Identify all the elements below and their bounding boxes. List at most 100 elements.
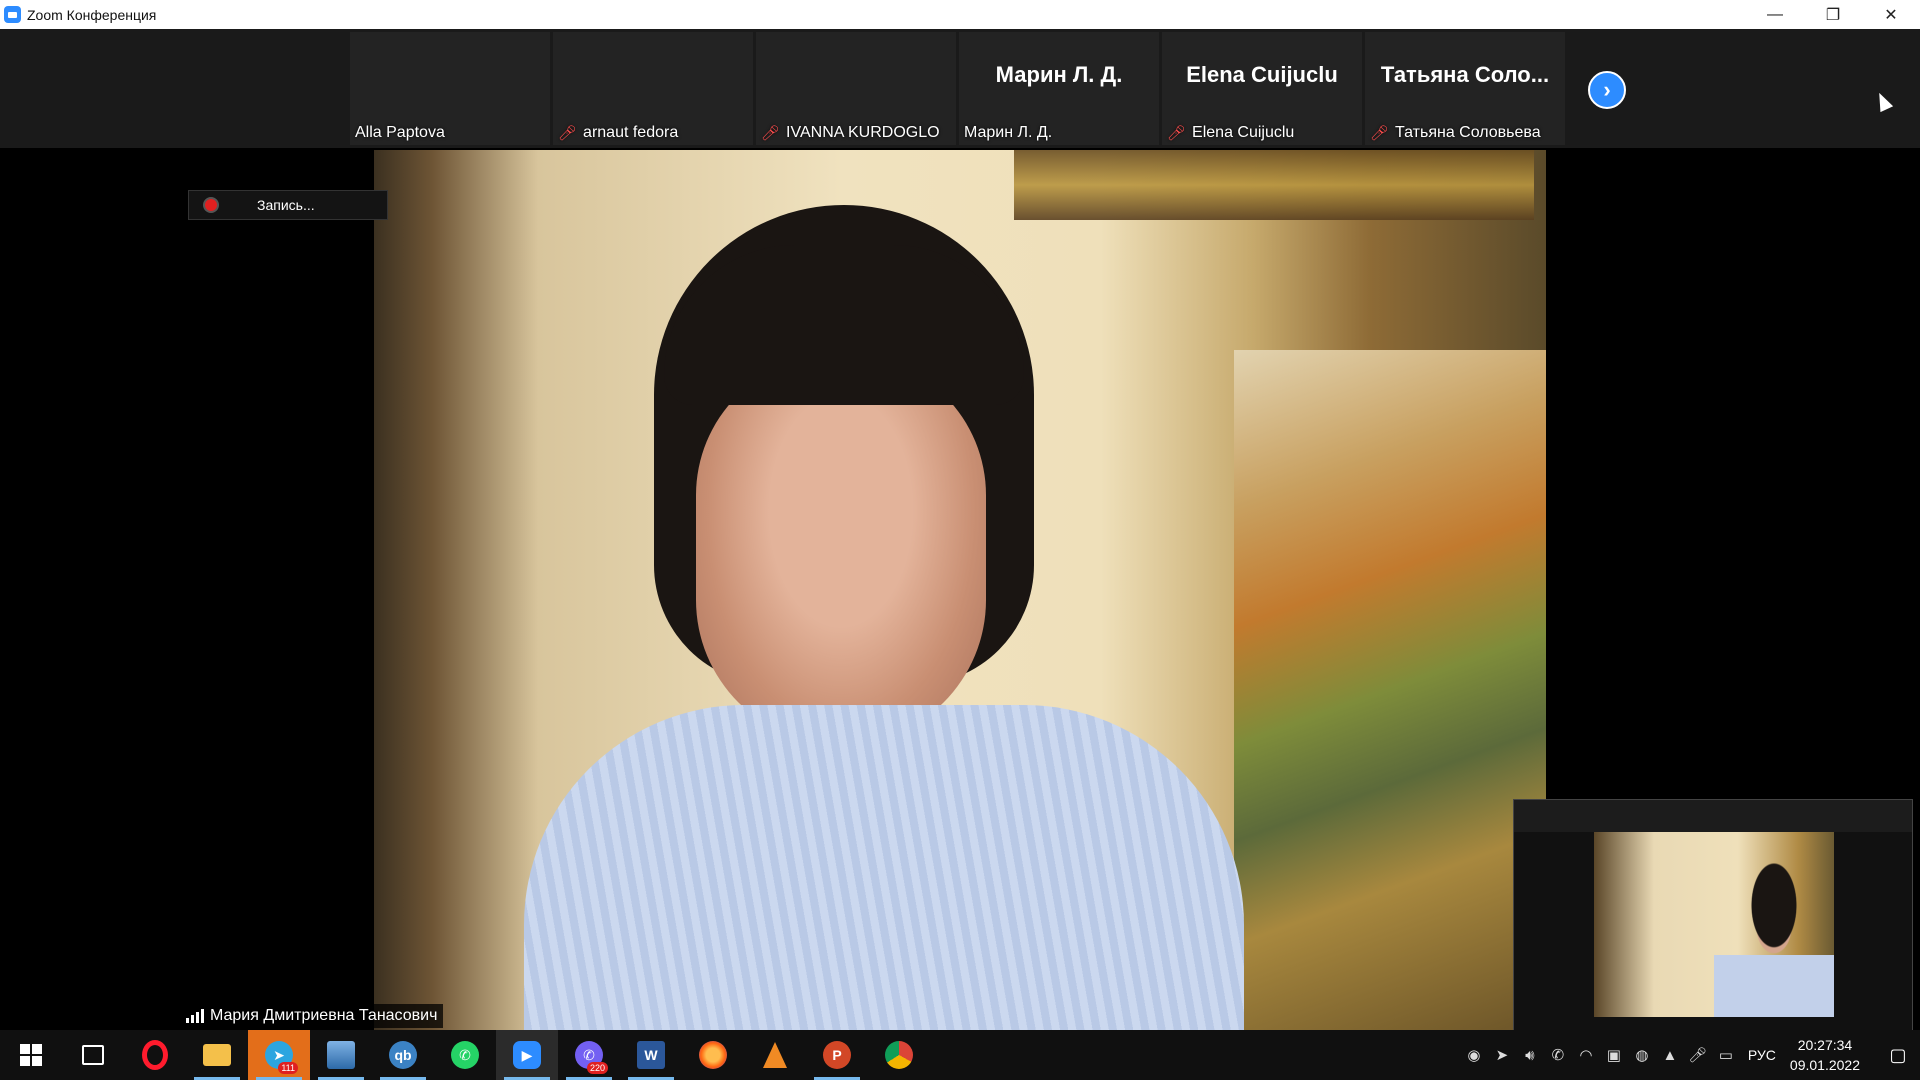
folder-icon bbox=[203, 1044, 231, 1066]
participant-label: Марин Л. Д. bbox=[964, 124, 1052, 142]
photos-icon bbox=[327, 1041, 355, 1069]
taskbar-firefox[interactable] bbox=[682, 1030, 744, 1080]
system-tray: ◉ ➤ 🔊︎ ✆ ◠ ▣ ◍ ▲ 🎤︎ ▭ РУС 20:27:34 09.01… bbox=[1460, 1030, 1920, 1080]
opera-icon bbox=[142, 1040, 168, 1070]
clock-date: 09.01.2022 bbox=[1789, 1057, 1860, 1073]
mic-off-icon: 🎤︎ bbox=[558, 125, 578, 142]
wifi-icon[interactable]: ◠ bbox=[1572, 1030, 1600, 1080]
speaker-face bbox=[696, 355, 986, 745]
zoom-meeting-area: Alla Paptova 🎤︎ arnaut fedora 🎤︎ IVANNA … bbox=[0, 29, 1920, 1055]
firefox-icon bbox=[699, 1041, 727, 1069]
participant-tile[interactable]: Марин Л. Д. Марин Л. Д. bbox=[959, 32, 1159, 145]
background-painting bbox=[1234, 350, 1546, 1030]
viber-unread-badge: 220 bbox=[586, 1062, 608, 1074]
window-titlebar: Zoom Конференция — ❐ ✕ bbox=[0, 0, 1920, 29]
participant-name: Татьяна Соловьева bbox=[1395, 124, 1541, 141]
self-view-figure bbox=[1714, 862, 1834, 1017]
powerpoint-icon: P bbox=[823, 1041, 851, 1069]
taskbar-viber[interactable]: ✆ 220 bbox=[558, 1030, 620, 1080]
active-speaker-video[interactable] bbox=[374, 150, 1546, 1030]
taskbar-chrome[interactable] bbox=[868, 1030, 930, 1080]
restore-button[interactable]: ❐ bbox=[1804, 0, 1862, 29]
telegram-unread-badge: 111 bbox=[278, 1062, 298, 1074]
participant-name: Alla Paptova bbox=[355, 124, 445, 141]
chevron-right-icon: › bbox=[1603, 77, 1611, 102]
task-view-icon bbox=[82, 1045, 104, 1065]
viber-tray-icon[interactable]: ✆ bbox=[1544, 1030, 1572, 1080]
recording-indicator[interactable]: Запись... bbox=[188, 190, 388, 220]
taskbar-whatsapp[interactable]: ✆ bbox=[434, 1030, 496, 1080]
zoom-tray-icon[interactable]: ▣ bbox=[1600, 1030, 1628, 1080]
self-view-video bbox=[1594, 832, 1834, 1017]
task-view-button[interactable] bbox=[62, 1030, 124, 1080]
system-clock[interactable]: 20:27:34 09.01.2022 bbox=[1790, 1035, 1860, 1075]
active-speaker-name: Мария Дмитриевна Танасович bbox=[210, 1007, 438, 1024]
start-button[interactable] bbox=[0, 1030, 62, 1080]
windows-taskbar: ➤ 111 qb ✆ ▶ ✆ 220 W P ◉ ➤ 🔊︎ ✆ ◠ ▣ ◍ ▲ … bbox=[0, 1030, 1920, 1080]
participant-label: 🎤︎ arnaut fedora bbox=[558, 124, 678, 142]
input-language[interactable]: РУС bbox=[1748, 1047, 1776, 1063]
taskbar-zoom[interactable]: ▶ bbox=[496, 1030, 558, 1080]
battery-icon[interactable]: ▭ bbox=[1712, 1030, 1740, 1080]
chrome-icon bbox=[885, 1041, 913, 1069]
taskbar-telegram[interactable]: ➤ 111 bbox=[248, 1030, 310, 1080]
zoom-app-icon bbox=[4, 6, 21, 23]
participant-name: Марин Л. Д. bbox=[964, 124, 1053, 141]
mouse-cursor-icon bbox=[1872, 89, 1894, 113]
clock-time: 20:27:34 bbox=[1797, 1037, 1853, 1053]
taskbar-qbittorrent[interactable]: qb bbox=[372, 1030, 434, 1080]
participant-strip: Alla Paptova 🎤︎ arnaut fedora 🎤︎ IVANNA … bbox=[0, 29, 1920, 148]
self-view-strip bbox=[1514, 800, 1912, 832]
mic-off-icon: 🎤︎ bbox=[1167, 125, 1187, 142]
qbittorrent-icon: qb bbox=[389, 1041, 417, 1069]
participant-tile[interactable]: Татьяна Соло... 🎤︎ Татьяна Соловьева bbox=[1365, 32, 1565, 145]
active-speaker-frame bbox=[178, 150, 1742, 1030]
participant-name: Elena Cuijuclu bbox=[1192, 124, 1295, 141]
participant-tile[interactable]: Alla Paptova bbox=[350, 32, 550, 145]
participant-label: Alla Paptova bbox=[355, 124, 445, 142]
taskbar-word[interactable]: W bbox=[620, 1030, 682, 1080]
speaker-bangs bbox=[664, 245, 1024, 405]
participant-placeholder-name: Татьяна Соло... bbox=[1380, 62, 1550, 87]
participant-placeholder-name: Марин Л. Д. bbox=[995, 62, 1123, 87]
participant-name: arnaut fedora bbox=[583, 124, 679, 141]
mic-off-icon: 🎤︎ bbox=[1370, 125, 1390, 142]
qbittorrent-tray-icon[interactable]: ◉ bbox=[1460, 1030, 1488, 1080]
taskbar-vlc[interactable] bbox=[744, 1030, 806, 1080]
speaker-figure bbox=[524, 205, 1244, 1030]
participant-tile[interactable]: Elena Cuijuclu 🎤︎ Elena Cuijuclu bbox=[1162, 32, 1362, 145]
zoom-icon: ▶ bbox=[513, 1041, 541, 1069]
participant-label: 🎤︎ Татьяна Соловьева bbox=[1370, 124, 1541, 142]
active-speaker-name-tag: Мария Дмитриевна Танасович bbox=[180, 1004, 444, 1028]
next-page-button[interactable]: › bbox=[1588, 71, 1626, 109]
taskbar-powerpoint[interactable]: P bbox=[806, 1030, 868, 1080]
whatsapp-icon: ✆ bbox=[451, 1041, 479, 1069]
taskbar-photos[interactable] bbox=[310, 1030, 372, 1080]
recording-label: Запись... bbox=[257, 197, 315, 213]
chrome-tray-icon[interactable]: ◍ bbox=[1628, 1030, 1656, 1080]
vlc-tray-icon[interactable]: ▲ bbox=[1656, 1030, 1684, 1080]
participant-name: IVANNA KURDOGLO bbox=[786, 124, 940, 141]
notifications-icon[interactable]: ▢ bbox=[1876, 1030, 1920, 1080]
telegram-tray-icon[interactable]: ➤ bbox=[1488, 1030, 1516, 1080]
signal-strength-icon bbox=[186, 1009, 204, 1023]
windows-logo-icon bbox=[20, 1044, 42, 1066]
participant-tile[interactable]: 🎤︎ arnaut fedora bbox=[553, 32, 753, 145]
self-view-thumbnail[interactable] bbox=[1513, 799, 1913, 1055]
volume-icon[interactable]: 🔊︎ bbox=[1516, 1030, 1544, 1080]
speaker-sweater bbox=[524, 705, 1244, 1030]
word-icon: W bbox=[637, 1041, 665, 1069]
taskbar-opera[interactable] bbox=[124, 1030, 186, 1080]
participant-placeholder-name: Elena Cuijuclu bbox=[1186, 62, 1338, 87]
participant-tile[interactable]: 🎤︎ IVANNA KURDOGLO bbox=[756, 32, 956, 145]
record-icon bbox=[205, 199, 217, 211]
participant-label: 🎤︎ IVANNA KURDOGLO bbox=[761, 124, 940, 142]
mic-off-icon: 🎤︎ bbox=[761, 125, 781, 142]
vlc-icon bbox=[763, 1042, 787, 1068]
window-title: Zoom Конференция bbox=[27, 6, 157, 23]
taskbar-file-explorer[interactable] bbox=[186, 1030, 248, 1080]
close-button[interactable]: ✕ bbox=[1862, 0, 1920, 29]
window-controls: — ❐ ✕ bbox=[1746, 0, 1920, 29]
microphone-icon[interactable]: 🎤︎ bbox=[1684, 1030, 1712, 1080]
minimize-button[interactable]: — bbox=[1746, 0, 1804, 29]
